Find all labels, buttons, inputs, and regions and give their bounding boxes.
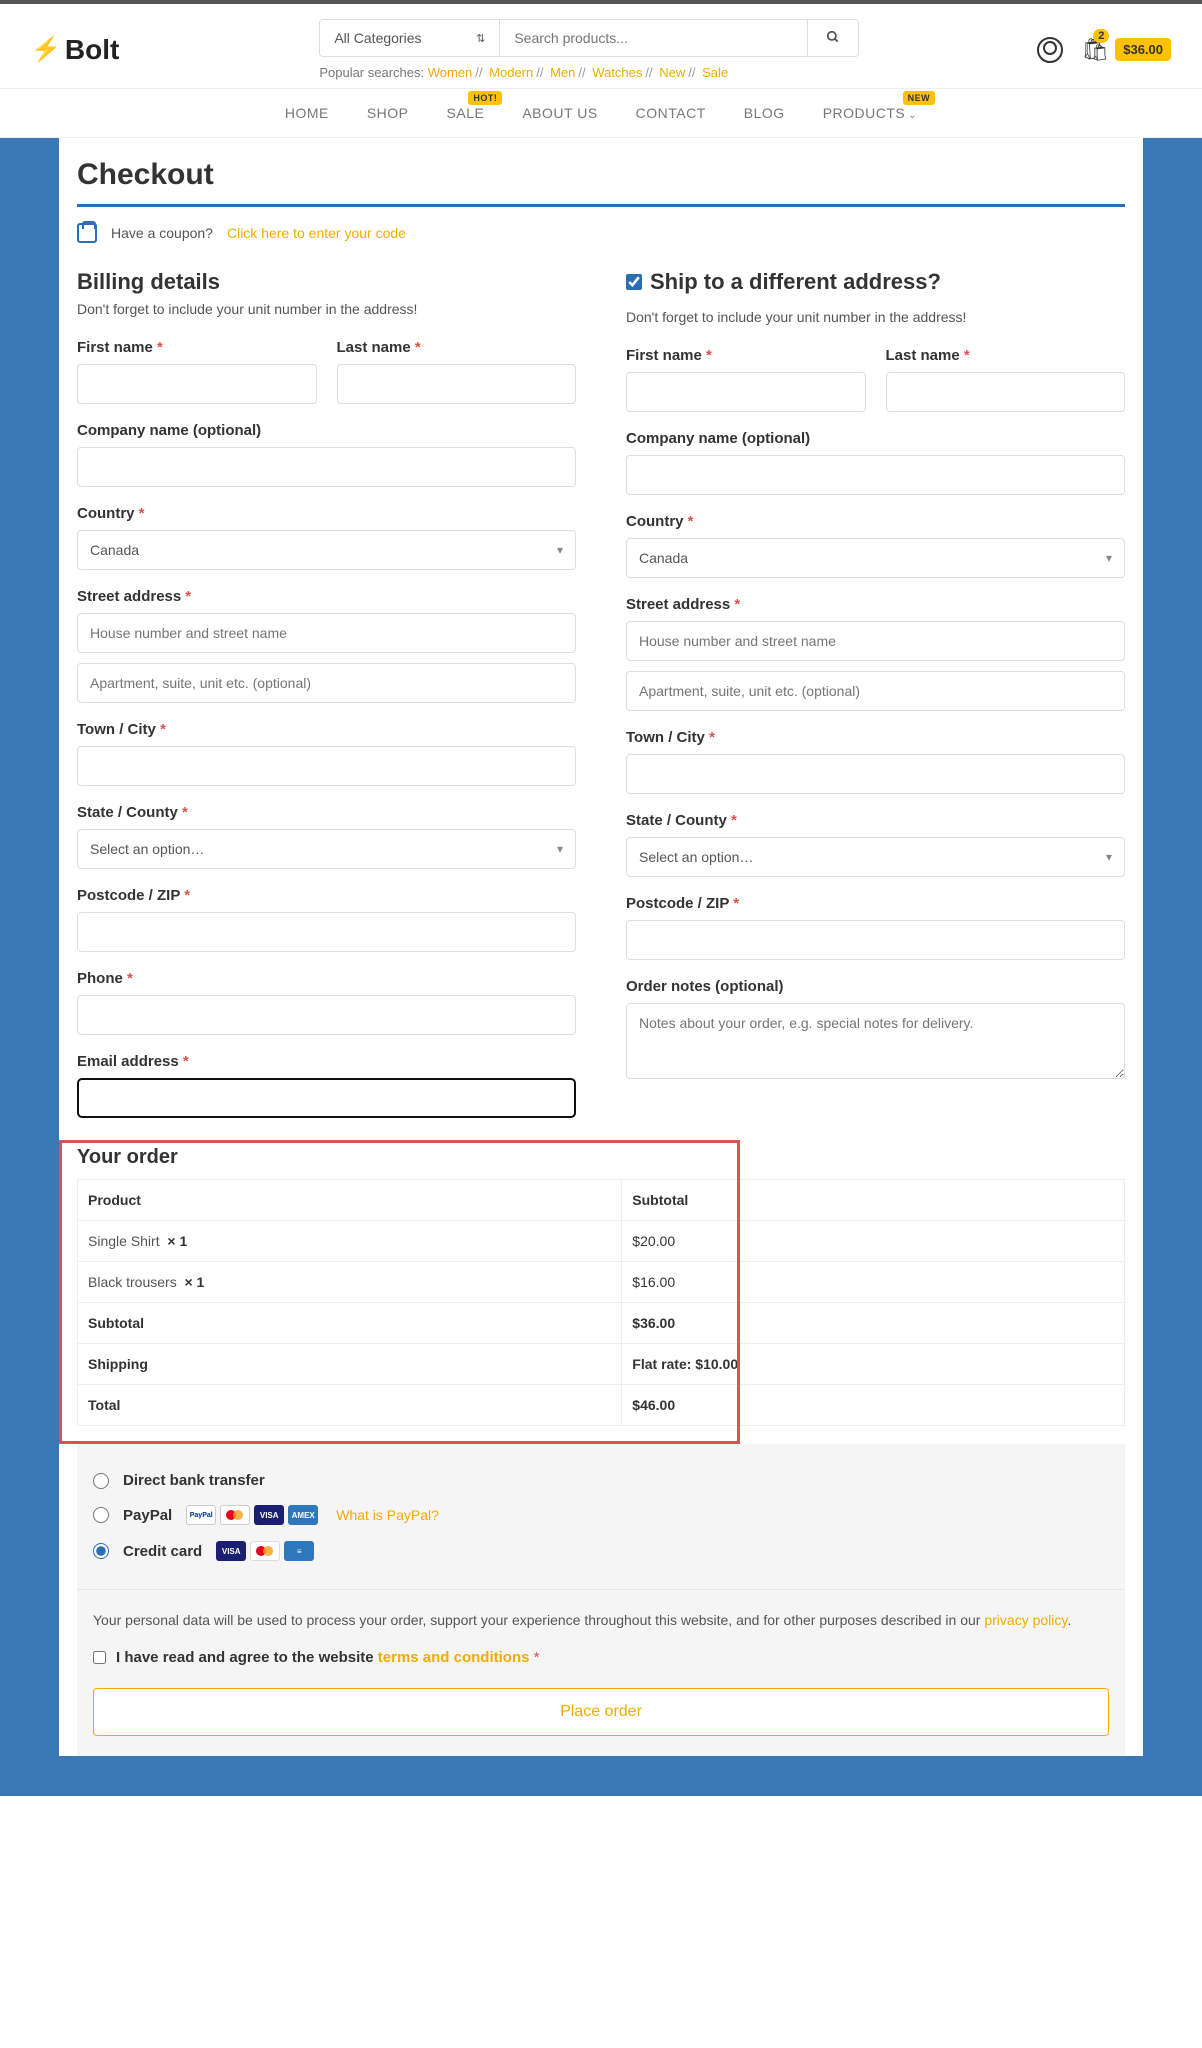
category-select[interactable]: All Categories	[320, 20, 500, 56]
user-account-icon[interactable]	[1037, 37, 1063, 63]
nav-about[interactable]: ABOUT US	[522, 105, 597, 121]
label-scountry: Country *	[626, 513, 1125, 530]
label-country: Country *	[77, 505, 576, 522]
cc-card-icons: VISA≡	[216, 1541, 314, 1561]
popular-link[interactable]: Sale	[702, 65, 728, 80]
shipping-sub: Don't forget to include your unit number…	[626, 309, 1125, 325]
cart-count-badge: 2	[1093, 29, 1109, 43]
popular-link[interactable]: Watches	[592, 65, 642, 80]
shipping-city[interactable]	[626, 754, 1125, 794]
billing-country-select[interactable]: Canada	[77, 530, 576, 570]
terms-link[interactable]: terms and conditions	[378, 1649, 530, 1666]
order-row: Black trousers × 1$16.00	[78, 1262, 1125, 1303]
nav-shop[interactable]: SHOP	[367, 105, 409, 121]
billing-last-name[interactable]	[337, 364, 577, 404]
search-icon	[826, 30, 840, 44]
logo[interactable]: ⚡ Bolt	[31, 34, 119, 66]
whatis-paypal-link[interactable]: What is PayPal?	[336, 1507, 439, 1523]
page-title: Checkout	[77, 158, 1125, 207]
shipping-company[interactable]	[626, 455, 1125, 495]
shipping-state-select[interactable]: Select an option…	[626, 837, 1125, 877]
agree-terms[interactable]: I have read and agree to the website ter…	[93, 1649, 1109, 1666]
cart-button[interactable]: 🛍 2 $36.00	[1081, 37, 1171, 63]
label-first-name: First name *	[77, 339, 317, 356]
ship-different-toggle[interactable]: Ship to a different address?	[626, 269, 1125, 295]
privacy-text: Your personal data will be used to proce…	[93, 1610, 1109, 1631]
logo-text: Bolt	[65, 34, 119, 66]
billing-street2[interactable]	[77, 663, 576, 703]
label-zip: Postcode / ZIP *	[77, 887, 576, 904]
order-table: ProductSubtotal Single Shirt × 1$20.00 B…	[77, 1179, 1125, 1426]
bolt-icon: ⚡	[31, 35, 61, 64]
coupon-prompt: Have a coupon?	[111, 225, 213, 241]
label-szip: Postcode / ZIP *	[626, 895, 1125, 912]
popular-link[interactable]: Men	[550, 65, 575, 80]
nav-contact[interactable]: CONTACT	[636, 105, 706, 121]
hot-badge: HOT!	[468, 91, 502, 105]
pay-bank[interactable]: Direct bank transfer	[93, 1464, 1109, 1497]
popular-link[interactable]: Modern	[489, 65, 533, 80]
label-company: Company name (optional)	[77, 422, 576, 439]
popular-link[interactable]: New	[659, 65, 685, 80]
billing-email[interactable]	[77, 1078, 576, 1118]
nav-sale[interactable]: SALEHOT!	[447, 105, 485, 121]
label-notes: Order notes (optional)	[626, 978, 1125, 995]
coupon-link[interactable]: Click here to enter your code	[227, 225, 406, 241]
label-state: State / County *	[77, 804, 576, 821]
billing-city[interactable]	[77, 746, 576, 786]
shipping-last-name[interactable]	[886, 372, 1126, 412]
shipping-street2[interactable]	[626, 671, 1125, 711]
nav-products[interactable]: PRODUCTS⌄NEW	[823, 105, 917, 121]
shipping-zip[interactable]	[626, 920, 1125, 960]
shipping-first-name[interactable]	[626, 372, 866, 412]
nav-blog[interactable]: BLOG	[744, 105, 785, 121]
coupon-icon	[77, 223, 97, 243]
label-phone: Phone *	[77, 970, 576, 987]
billing-state-select[interactable]: Select an option…	[77, 829, 576, 869]
billing-phone[interactable]	[77, 995, 576, 1035]
search-input[interactable]	[500, 20, 807, 56]
ship-different-checkbox[interactable]	[626, 274, 642, 290]
chevron-down-icon: ⌄	[908, 110, 917, 121]
label-slast: Last name *	[886, 347, 1126, 364]
billing-first-name[interactable]	[77, 364, 317, 404]
label-sfirst: First name *	[626, 347, 866, 364]
new-badge: NEW	[903, 91, 936, 105]
pay-paypal[interactable]: PayPal PayPalVISAAMEX What is PayPal?	[93, 1497, 1109, 1533]
billing-zip[interactable]	[77, 912, 576, 952]
billing-sub: Don't forget to include your unit number…	[77, 301, 576, 317]
label-city: Town / City *	[77, 721, 576, 738]
privacy-link[interactable]: privacy policy	[984, 1612, 1067, 1628]
popular-searches: Popular searches: Women// Modern// Men//…	[319, 65, 859, 80]
billing-street1[interactable]	[77, 613, 576, 653]
popular-link[interactable]: Women	[428, 65, 473, 80]
nav-home[interactable]: HOME	[285, 105, 329, 121]
search-button[interactable]	[807, 20, 858, 56]
label-sstate: State / County *	[626, 812, 1125, 829]
shipping-street1[interactable]	[626, 621, 1125, 661]
paypal-card-icons: PayPalVISAAMEX	[186, 1505, 318, 1525]
cart-total: $36.00	[1115, 38, 1171, 61]
agree-checkbox[interactable]	[93, 1651, 106, 1664]
order-row: Single Shirt × 1$20.00	[78, 1221, 1125, 1262]
label-last-name: Last name *	[337, 339, 577, 356]
place-order-button[interactable]: Place order	[93, 1688, 1109, 1736]
label-sstreet: Street address *	[626, 596, 1125, 613]
billing-heading: Billing details	[77, 269, 576, 295]
label-street: Street address *	[77, 588, 576, 605]
shipping-country-select[interactable]: Canada	[626, 538, 1125, 578]
pay-cc[interactable]: Credit card VISA≡	[93, 1533, 1109, 1569]
order-heading: Your order	[77, 1146, 1125, 1169]
label-scity: Town / City *	[626, 729, 1125, 746]
order-notes[interactable]	[626, 1003, 1125, 1079]
billing-company[interactable]	[77, 447, 576, 487]
label-scompany: Company name (optional)	[626, 430, 1125, 447]
label-email: Email address *	[77, 1053, 576, 1070]
